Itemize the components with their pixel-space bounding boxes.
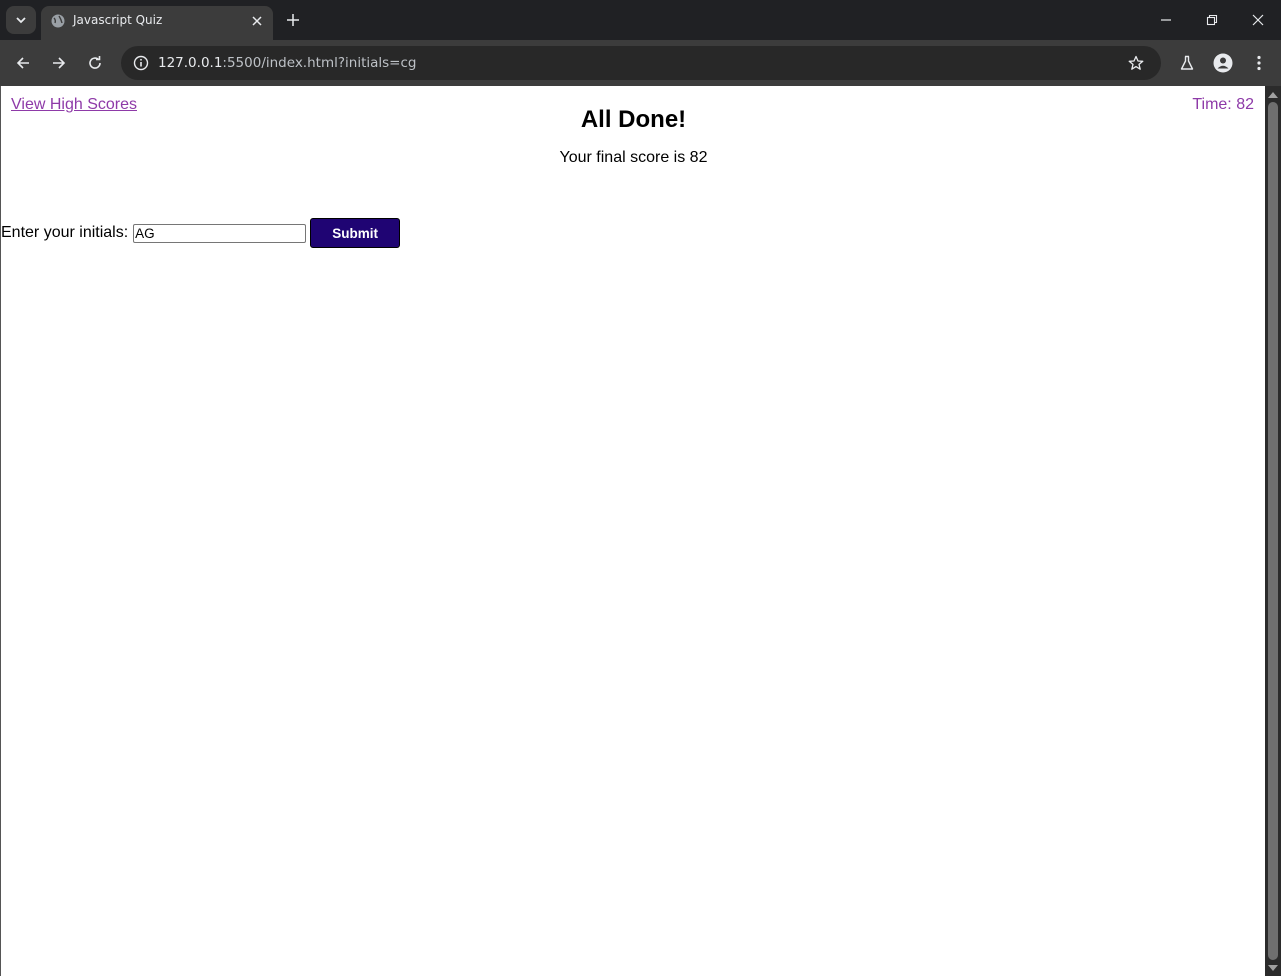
submit-button[interactable]: Submit [310, 218, 401, 248]
url-path: :5500/index.html?initials=cg [222, 55, 417, 71]
final-score-text: Your final score is 82 [559, 149, 708, 166]
minimize-button[interactable] [1154, 8, 1178, 32]
labs-button[interactable] [1173, 49, 1201, 77]
browser-toolbar: 127.0.0.1:5500/index.html?initials=cg [0, 40, 1281, 86]
tab-search-button[interactable] [6, 6, 36, 34]
close-icon [1252, 14, 1264, 26]
initials-input[interactable] [133, 223, 307, 243]
profile-button[interactable] [1209, 49, 1237, 77]
page-viewport: View High Scores Time: 82 All Done! Your… [0, 86, 1265, 976]
close-window-button[interactable] [1246, 8, 1270, 32]
browser-menu-button[interactable] [1245, 49, 1273, 77]
bookmark-button[interactable] [1125, 52, 1147, 74]
arrow-right-icon [53, 57, 66, 69]
star-icon [1128, 55, 1144, 70]
person-icon [1213, 53, 1233, 73]
globe-icon [51, 14, 65, 28]
scroll-up-arrow[interactable] [1268, 92, 1278, 98]
scroll-thumb[interactable] [1268, 102, 1278, 960]
url-text: 127.0.0.1:5500/index.html?initials=cg [158, 55, 416, 71]
minimize-icon [1161, 19, 1171, 21]
back-button[interactable] [9, 49, 37, 77]
flask-icon [1180, 55, 1194, 70]
browser-window: Javascript Quiz 127.0.0.1:5500/index.htm… [0, 0, 1281, 976]
reload-button[interactable] [81, 49, 109, 77]
restore-icon [1206, 14, 1218, 26]
tab-title: Javascript Quiz [73, 13, 163, 27]
chevron-down-icon [16, 17, 26, 24]
tab-close-button[interactable] [247, 11, 267, 31]
scroll-down-arrow[interactable] [1268, 965, 1278, 971]
restore-button[interactable] [1200, 8, 1224, 32]
new-tab-button[interactable] [282, 9, 304, 31]
page-title: All Done! [580, 106, 687, 133]
forward-button[interactable] [45, 49, 73, 77]
reload-icon [89, 56, 101, 69]
arrow-left-icon [16, 57, 29, 69]
initials-label: Enter your initials: [1, 224, 129, 241]
close-icon [252, 16, 262, 26]
url-host: 127.0.0.1 [158, 55, 223, 71]
site-info-button[interactable] [129, 51, 153, 75]
page-scrollbar[interactable] [1265, 86, 1281, 976]
address-bar[interactable]: 127.0.0.1:5500/index.html?initials=cg [121, 46, 1161, 80]
initials-form: Enter your initials: Submit [1, 218, 401, 248]
tab-strip: Javascript Quiz [0, 0, 1281, 40]
tab-active[interactable]: Javascript Quiz [41, 6, 273, 40]
info-icon [133, 55, 149, 71]
plus-icon [287, 14, 299, 26]
kebab-menu-icon [1257, 55, 1261, 71]
